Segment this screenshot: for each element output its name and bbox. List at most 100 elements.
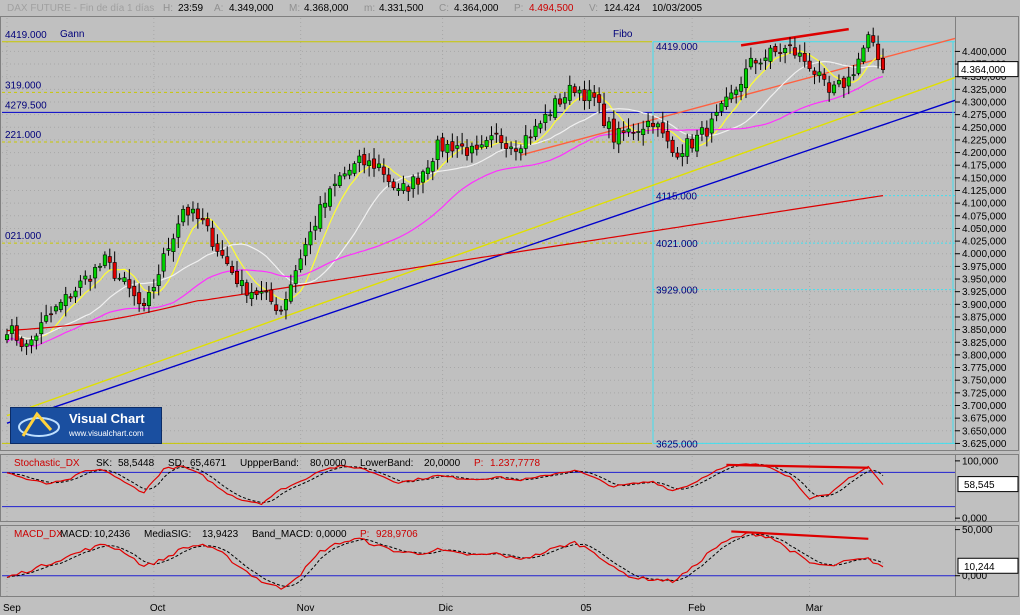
header-field-value: 4.349,000 <box>229 3 274 14</box>
stochastic-title-key: UppperBand: <box>240 458 299 469</box>
candle-body <box>587 89 592 102</box>
price-tick-label: 3.850,000 <box>962 325 1007 336</box>
candle-body <box>812 70 817 75</box>
candle-body <box>352 163 357 174</box>
candle-body <box>195 208 200 220</box>
candle-body <box>132 286 137 297</box>
candle-body <box>425 167 430 175</box>
price-tick-label: 4.000,000 <box>962 249 1007 260</box>
candle-body <box>244 282 249 296</box>
candle-body <box>606 121 611 129</box>
price-tick-label: 4.250,000 <box>962 123 1007 134</box>
candle-body <box>709 118 714 134</box>
candle-body <box>186 206 191 216</box>
price-tick-label: 4.150,000 <box>962 173 1007 184</box>
visualchart-logo[interactable]: Visual Chart www.visualchart.com <box>10 407 162 444</box>
candle-body <box>97 265 102 268</box>
candle-body <box>753 60 758 64</box>
candle-body <box>494 132 499 135</box>
candle-body <box>455 145 460 149</box>
candle-body <box>675 152 680 158</box>
candle-body <box>313 225 318 231</box>
header-field-value: 10/03/2005 <box>652 3 702 14</box>
candle-body <box>102 254 107 266</box>
candle-body <box>347 169 352 176</box>
candle-body <box>445 143 450 153</box>
candle-body <box>450 141 455 152</box>
candle-body <box>107 256 112 263</box>
candle-body <box>112 262 117 279</box>
candle-body <box>807 60 812 69</box>
candle-body <box>401 183 406 191</box>
stochastic-title-value: 65,4671 <box>190 458 227 469</box>
macd-title-value: 13,9423 <box>202 529 239 540</box>
candle-body <box>122 277 127 282</box>
price-tick-label: 3.725,000 <box>962 388 1007 399</box>
candle-body <box>846 76 851 87</box>
candle-body <box>225 256 230 265</box>
candle-body <box>342 173 347 177</box>
stochastic-title-value: 80,0000 <box>310 458 347 469</box>
stochastic-title-value: 20,0000 <box>424 458 461 469</box>
candle-body <box>626 128 631 133</box>
candle-body <box>836 80 841 85</box>
candle-body <box>832 84 837 94</box>
price-tick-label: 3.650,000 <box>962 426 1007 437</box>
x-tick-label: Dic <box>439 603 453 614</box>
candle-body <box>362 154 367 166</box>
panel-price <box>0 16 956 451</box>
header-field-key: V: <box>589 3 598 14</box>
candle-body <box>171 238 176 252</box>
candle-body <box>665 131 670 142</box>
candle-body <box>142 302 147 306</box>
stochastic-title-key: Stochastic_DX <box>14 458 80 469</box>
candle-body <box>332 183 337 186</box>
candle-body <box>323 202 328 208</box>
candle-body <box>538 123 543 129</box>
candle-body <box>220 249 225 256</box>
candle-body <box>509 146 514 149</box>
price-tick-label: 3.775,000 <box>962 363 1007 374</box>
price-tick-label: 3.950,000 <box>962 275 1007 286</box>
candle-body <box>861 47 866 63</box>
candle-body <box>146 292 151 306</box>
candle-body <box>543 114 548 124</box>
last-price-label: 4.364,000 <box>961 65 1006 76</box>
candle-body <box>420 171 425 183</box>
candle-body <box>504 143 509 149</box>
price-tick-label: 4.075,000 <box>962 211 1007 222</box>
candle-body <box>704 127 709 137</box>
candle-body <box>127 279 132 289</box>
candle-body <box>200 217 205 221</box>
candle-body <box>714 112 719 116</box>
candle-body <box>822 74 827 80</box>
candle-body <box>460 143 465 147</box>
stochastic-title-value: 58,5448 <box>118 458 155 469</box>
candle-body <box>381 166 386 175</box>
candle-body <box>743 68 748 89</box>
candle-body <box>518 148 523 154</box>
candle-body <box>279 309 284 312</box>
candle-body <box>239 280 244 287</box>
price-tick-label: 3.975,000 <box>962 262 1007 273</box>
x-tick-label: Sep <box>3 603 21 614</box>
candle-body <box>254 290 259 295</box>
candle-body <box>68 296 73 299</box>
candle-body <box>866 34 871 49</box>
fibo-level-label: 3625.000 <box>656 439 698 450</box>
candle-body <box>19 338 24 347</box>
x-tick-label: Nov <box>297 603 315 614</box>
macd-title-key: P: <box>360 529 369 540</box>
x-tick-label: Mar <box>806 603 824 614</box>
macd-title-key: MediaSIG: <box>144 529 191 540</box>
candle-body <box>357 155 362 163</box>
macd-title-key: Band_MACD: <box>252 529 313 540</box>
candle-body <box>484 140 489 147</box>
gann-level-label: 319.000 <box>5 80 42 91</box>
header-field-value: 124.424 <box>604 3 641 14</box>
candle-body <box>215 243 220 252</box>
candle-body <box>88 278 93 282</box>
candle-body <box>680 153 685 157</box>
candle-body <box>739 84 744 92</box>
candle-body <box>337 175 342 186</box>
